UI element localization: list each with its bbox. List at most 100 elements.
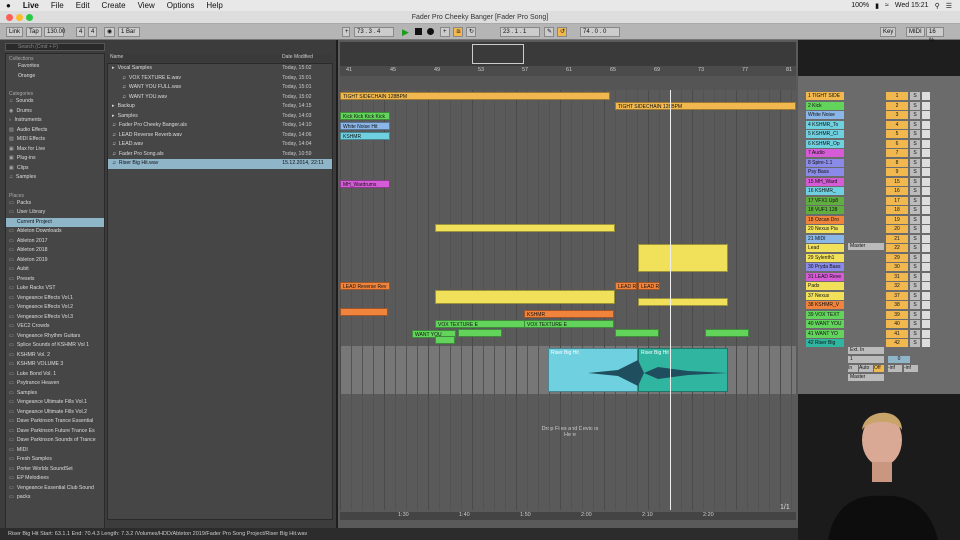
- place-item[interactable]: ▭ Vengeance Ultimate Fills Vol.1: [6, 398, 104, 408]
- clip-region[interactable]: [705, 329, 749, 337]
- place-item[interactable]: ▭ Psytrance Heaven: [6, 379, 104, 389]
- track-header[interactable]: 4 KSHMR_To 4 S: [798, 120, 960, 131]
- draw-mode-button[interactable]: ✎: [544, 27, 554, 37]
- clip-region[interactable]: [638, 244, 728, 272]
- file-row[interactable]: ▸ Vocal Samples Today, 15:02: [108, 64, 332, 74]
- record-button[interactable]: [427, 28, 434, 35]
- file-row[interactable]: ♫ VOX TEXTURE E.wav Today, 15:01: [108, 74, 332, 84]
- track-activator[interactable]: 21: [886, 234, 908, 243]
- track-activator[interactable]: 7: [886, 149, 908, 157]
- automation-arm-button[interactable]: ≅: [453, 27, 463, 37]
- track-header[interactable]: 17 VFX1 Up8 17 S: [798, 196, 960, 207]
- file-row[interactable]: ▸ Samples Today, 14:03: [108, 112, 332, 122]
- arm-button[interactable]: [922, 320, 930, 328]
- solo-button[interactable]: S: [910, 196, 920, 205]
- key-map-button[interactable]: Key: [880, 27, 897, 37]
- track-name[interactable]: 42 Riser Big: [806, 339, 844, 347]
- track-activator[interactable]: 42: [886, 339, 908, 347]
- place-item[interactable]: ▭ Dave Parkinson Trance Essential: [6, 417, 104, 427]
- overdub-button[interactable]: +: [440, 27, 450, 37]
- track-header[interactable]: White Noise 3 S: [798, 111, 960, 121]
- track-name[interactable]: 38 KSHMR_V: [806, 301, 844, 309]
- track-header[interactable]: 31 LEAD Reve 31 S: [798, 272, 960, 283]
- track-header[interactable]: 20 Nexus Pia 20 S: [798, 225, 960, 235]
- track-header[interactable]: 37 Nexus 37 S: [798, 291, 960, 302]
- file-row[interactable]: ♫ WANT YOU.wav Today, 15:02: [108, 93, 332, 103]
- arm-button[interactable]: [922, 272, 930, 281]
- metronome-icon[interactable]: ◉: [104, 27, 116, 37]
- solo-button[interactable]: S: [910, 253, 920, 262]
- arm-button[interactable]: [922, 234, 930, 243]
- solo-button[interactable]: S: [910, 244, 920, 252]
- input-channel-select[interactable]: 1: [848, 356, 884, 363]
- arm-button[interactable]: [922, 310, 930, 319]
- track-activator[interactable]: 22: [886, 244, 908, 252]
- place-item[interactable]: ▭ Dave Parkinson Sounds of Trance: [6, 436, 104, 446]
- arrangement-clip[interactable]: KSHMR: [340, 132, 390, 140]
- place-item[interactable]: ▭ Presets: [6, 275, 104, 285]
- quantize-select[interactable]: 1 Bar: [118, 27, 140, 37]
- track-name[interactable]: Psy Bass: [806, 168, 844, 176]
- collection-favorites[interactable]: Favorites: [6, 62, 104, 72]
- track-activator[interactable]: 17: [886, 196, 908, 205]
- input-type-select[interactable]: Ext. In: [848, 347, 884, 354]
- track-header[interactable]: 5 KSHMR_Cl 5 S: [798, 130, 960, 140]
- clip-region[interactable]: [638, 298, 728, 306]
- arm-button[interactable]: [922, 282, 930, 290]
- track-activator[interactable]: 1: [886, 92, 908, 100]
- track-header[interactable]: 40 WANT YOU 40 S: [798, 320, 960, 330]
- track-activator[interactable]: 32: [886, 282, 908, 290]
- track-header[interactable]: Psy Bass 9 S: [798, 168, 960, 178]
- clip-region[interactable]: [435, 224, 615, 232]
- place-item[interactable]: ▭ Packs: [6, 199, 104, 209]
- arrangement-clip[interactable]: LEAD Reverse Rev: [340, 282, 390, 290]
- arm-button[interactable]: [922, 253, 930, 262]
- capture-button[interactable]: ↻: [466, 27, 476, 37]
- app-menu[interactable]: Live: [17, 1, 45, 10]
- place-item[interactable]: ▭ Vengeance Essential Club Sound: [6, 484, 104, 494]
- track-activator[interactable]: 4: [886, 120, 908, 129]
- category-item[interactable]: ◉ Drums: [6, 107, 104, 117]
- browser-search-input[interactable]: Search (Cmd + F): [5, 43, 105, 51]
- place-item[interactable]: ▭ Ableton 2018: [6, 246, 104, 256]
- arm-button[interactable]: [922, 158, 930, 167]
- minimize-window-button[interactable]: [16, 14, 23, 21]
- place-item[interactable]: ▭ packs: [6, 493, 104, 503]
- solo-button[interactable]: S: [910, 111, 920, 119]
- place-item[interactable]: ▭ KSHMR VOLUME 3: [6, 360, 104, 370]
- solo-button[interactable]: S: [910, 139, 920, 148]
- arm-button[interactable]: [922, 139, 930, 148]
- arm-button[interactable]: [922, 149, 930, 157]
- track-header[interactable]: 30 Pryda Bass 30 S: [798, 263, 960, 273]
- track-activator[interactable]: 19: [886, 215, 908, 224]
- solo-button[interactable]: S: [910, 130, 920, 138]
- track-header[interactable]: 2 Kick 2 S: [798, 101, 960, 112]
- arrangement-clip[interactable]: White Noise Hit: [340, 122, 390, 130]
- track-name[interactable]: 1 TIGHT SIDE: [806, 92, 844, 100]
- track-activator[interactable]: 16: [886, 187, 908, 195]
- arrangement-overview[interactable]: [340, 42, 796, 66]
- file-row[interactable]: ♫ LEAD.wav Today, 14:04: [108, 140, 332, 150]
- category-item[interactable]: ♫ Samples: [6, 173, 104, 183]
- arm-button[interactable]: [922, 120, 930, 129]
- loop-start-field[interactable]: 23 . 1 . 1: [500, 27, 540, 37]
- clip-region[interactable]: [340, 308, 388, 316]
- track-name[interactable]: 21 MIDI: [806, 234, 844, 243]
- track-activator[interactable]: 40: [886, 320, 908, 328]
- link-button[interactable]: Link: [6, 27, 24, 37]
- track-header[interactable]: 8 Spire-1.1 8 S: [798, 158, 960, 169]
- arm-button[interactable]: [922, 215, 930, 224]
- category-item[interactable]: ♭ Instruments: [6, 116, 104, 126]
- arm-button[interactable]: [922, 244, 930, 252]
- track-name[interactable]: 18 Ozcan Dro: [806, 215, 844, 224]
- wifi-icon[interactable]: ≈: [885, 2, 889, 10]
- track-name[interactable]: 20 Nexus Pia: [806, 225, 844, 233]
- time-ruler-bottom[interactable]: 1:30 1:40 1:50 2:00 2:10 2:20: [340, 512, 796, 520]
- menu-options[interactable]: Options: [161, 1, 201, 10]
- track-name[interactable]: Pads: [806, 282, 844, 290]
- place-item[interactable]: ▭ Vengeance Effects Vol.2: [6, 303, 104, 313]
- track-name[interactable]: White Noise: [806, 111, 844, 119]
- track-activator[interactable]: 3: [886, 111, 908, 119]
- arrangement-clip[interactable]: TIGHT SIDECHAIN 128BPM: [615, 102, 796, 110]
- apple-menu-icon[interactable]: ●: [0, 1, 17, 10]
